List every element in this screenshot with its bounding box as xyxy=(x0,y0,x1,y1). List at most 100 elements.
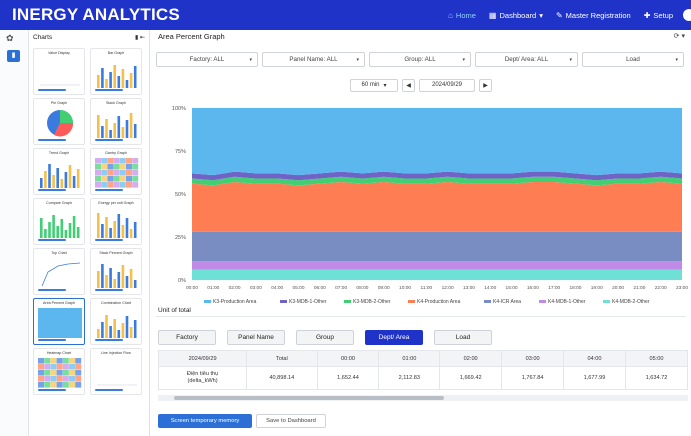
chart-thumbnail[interactable]: Trend Graph xyxy=(33,148,85,195)
tab-dept-area[interactable]: Dept/ Area xyxy=(365,330,423,345)
tab-panel-name[interactable]: Panel Name xyxy=(227,330,285,345)
legend-item[interactable]: K4-MDB-1-Other xyxy=(548,299,586,305)
thumbnail-accent xyxy=(38,339,66,341)
legend-item[interactable]: K3-Production Area xyxy=(213,299,257,305)
unit-label: Unit of total xyxy=(158,307,191,314)
chart-thumbnail[interactable]: Bar Graph xyxy=(90,48,142,95)
app-logo: INERGY ANALYTICS xyxy=(12,5,180,24)
filter-group[interactable]: Group: ALL ▾ xyxy=(369,52,471,67)
nav-home[interactable]: ⌂ Home xyxy=(448,11,476,20)
chart-thumbnail[interactable]: Top Chart xyxy=(33,248,85,295)
row-label-line2: (delta_kWh) xyxy=(187,378,218,384)
interval-select[interactable]: 60 min ▾ xyxy=(350,78,398,92)
chart-thumbnail[interactable]: Stack Graph xyxy=(90,98,142,145)
chart-thumbnail[interactable]: Compare Graph xyxy=(33,198,85,245)
table-cell: 1,767.84 xyxy=(501,366,565,390)
screen-temporary-memory-button[interactable]: Screen temporary memory xyxy=(158,414,252,428)
nav-dashboard[interactable]: ▦ Dashboard ▾ xyxy=(489,11,543,20)
legend-item[interactable]: K4-ICR Area xyxy=(493,299,521,305)
thumbnail-preview xyxy=(38,158,80,188)
area-series[interactable] xyxy=(192,269,682,280)
wrench-icon: ✚ xyxy=(643,10,651,20)
prev-date-button[interactable]: ◀ xyxy=(402,78,415,92)
refresh-icon[interactable]: ⟳ ▾ xyxy=(674,32,685,40)
chart-svg: 0% 25% 50% 75% 100% 00:00 01:00 02:00 03:00 04:00… xyxy=(172,106,688,305)
thumbnail-accent xyxy=(38,389,66,391)
chevron-down-icon: ▾ xyxy=(675,56,678,63)
chart-thumbnail[interactable]: Heatmap Chart xyxy=(33,348,85,395)
chart-thumbnail-title: Stack Percent Graph xyxy=(99,251,133,255)
filter-dept-area[interactable]: Dept/ Area: ALL ▾ xyxy=(475,52,578,67)
chevron-down-icon: ▾ xyxy=(383,82,387,89)
gear-icon[interactable]: ✿ xyxy=(6,33,14,44)
area-series[interactable] xyxy=(192,261,682,270)
x-tick-label: 22:00 xyxy=(655,285,667,291)
chart-thumbnail[interactable]: Value Display xyxy=(33,48,85,95)
thumbnail-accent xyxy=(95,139,123,141)
top-navbar: INERGY ANALYTICS ⌂ Home ▦ Dashboard ▾ ✎ Mast… xyxy=(0,0,691,30)
legend-swatch xyxy=(408,300,415,303)
thumbnail-preview xyxy=(38,108,80,137)
filter-dept-label: Dept/ Area: ALL xyxy=(504,56,549,63)
chart-thumbnail-title: Line Injection Flow xyxy=(101,351,131,355)
chart-thumbnail[interactable]: Stack Percent Graph xyxy=(90,248,142,295)
table-header: Total xyxy=(246,350,318,367)
x-tick-label: 18:00 xyxy=(569,285,581,291)
chart-thumbnail-title: Top Chart xyxy=(51,251,67,255)
thumbnail-preview xyxy=(38,358,82,388)
chart-thumbnail[interactable]: Combination Chart xyxy=(90,298,142,345)
legend-swatch xyxy=(539,300,546,303)
next-date-button[interactable]: ▶ xyxy=(479,78,492,92)
thumbnail-preview xyxy=(95,208,137,238)
filter-panel-name[interactable]: Panel Name: ALL ▾ xyxy=(262,52,365,67)
chevron-down-icon: ▾ xyxy=(569,56,572,63)
area-series[interactable] xyxy=(192,108,682,176)
chart-thumbnail-title: Pie Graph xyxy=(50,101,68,105)
charts-panel: Charts ▮ ⇤ Value Display Bar Graph Pie Gra… xyxy=(29,30,150,436)
table-header-row: 2024/09/29 Total 00:00 01:00 02:00 03:00… xyxy=(157,350,689,367)
panel-tools[interactable]: ▮ ⇤ xyxy=(135,34,145,41)
legend-swatch xyxy=(204,300,211,303)
chart-thumbnail[interactable]: Area Percent Graph xyxy=(33,298,85,345)
save-to-dashboard-button[interactable]: Save to Dashboard xyxy=(256,414,326,428)
y-tick-label: 25% xyxy=(175,235,186,241)
edit-icon: ✎ xyxy=(555,10,563,20)
user-menu-icon[interactable] xyxy=(683,9,691,21)
legend-swatch xyxy=(603,300,610,303)
thumbnail-accent xyxy=(38,239,66,241)
chevron-down-icon: ▾ xyxy=(249,56,252,63)
scrollbar-thumb[interactable] xyxy=(174,396,444,400)
legend-item[interactable]: K4-Production Area xyxy=(417,299,461,305)
nav-setup[interactable]: ✚ Setup xyxy=(644,11,673,20)
x-tick-label: 06:00 xyxy=(314,285,326,291)
x-tick-label: 15:00 xyxy=(506,285,518,291)
area-series[interactable] xyxy=(192,181,682,232)
chart-thumbnail-title: Area Percent Graph xyxy=(43,301,75,305)
tab-group[interactable]: Group xyxy=(296,330,354,345)
filter-load[interactable]: Load ▾ xyxy=(582,52,684,67)
chart-thumbnail[interactable]: Gantry Graph xyxy=(90,148,142,195)
tab-load[interactable]: Load xyxy=(434,330,492,345)
thumbnail-preview xyxy=(95,308,137,338)
legend-swatch xyxy=(344,300,351,303)
row-label: Điện tiêu thụ (delta_kWh) xyxy=(157,366,248,390)
chart-thumbnail-title: Bar Graph xyxy=(107,51,125,55)
thumbnail-accent xyxy=(38,189,66,191)
date-field[interactable]: 2024/09/29 xyxy=(419,78,475,92)
chart-thumbnail[interactable]: Energy per unit Graph xyxy=(90,198,142,245)
chart-tool-icon[interactable]: ▮ xyxy=(7,50,20,62)
legend-item[interactable]: K3-MDB-1-Other xyxy=(289,299,327,305)
chart-thumbnail[interactable]: Pie Graph xyxy=(33,98,85,145)
table-scrollbar[interactable] xyxy=(158,395,688,401)
filter-factory[interactable]: Factory: ALL ▾ xyxy=(156,52,258,67)
tab-factory[interactable]: Factory xyxy=(158,330,216,345)
area-series[interactable] xyxy=(192,231,682,262)
legend-item[interactable]: K4-MDB-2-Other xyxy=(612,299,650,305)
tool-strip: ✿ ▮ xyxy=(0,30,29,436)
legend-item[interactable]: K3-MDB-2-Other xyxy=(353,299,391,305)
chart-thumbnail[interactable]: Line Injection Flow xyxy=(90,348,142,395)
nav-master-registration[interactable]: ✎ Master Registration xyxy=(556,11,631,20)
thumbnail-accent xyxy=(95,89,123,91)
x-tick-label: 11:00 xyxy=(421,285,433,291)
x-tick-label: 10:00 xyxy=(399,285,411,291)
